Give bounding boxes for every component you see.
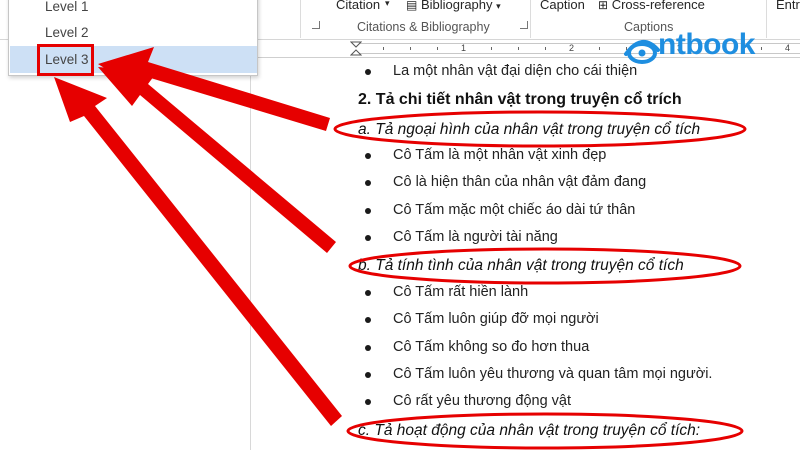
list-item-text: Cô Tấm rất hiền lành: [393, 284, 529, 300]
section-heading: 2. Tả chi tiết nhân vật trong truyện cổ …: [358, 91, 682, 108]
list-item-text: Cô Tấm luôn yêu thương và quan tâm mọi n…: [393, 365, 713, 382]
ruler-tick: [383, 47, 384, 50]
dropdown-arrow-icon: ▾: [496, 1, 501, 11]
list-item-text: Cô Tấm luôn giúp đỡ mọi người: [393, 311, 599, 328]
list-item-text: Cô rất yêu thương động vật: [393, 393, 572, 410]
bibliography-icon: ▤: [406, 0, 418, 12]
ribbon-separator: [300, 0, 301, 38]
subheading-c: c. Tả hoạt động của nhân vật trong truyệ…: [358, 422, 701, 439]
insert-citation-button[interactable]: Citation: [336, 0, 380, 12]
dialog-launcher-icon[interactable]: [520, 21, 528, 29]
bullet-icon: [365, 344, 371, 351]
level-3-highlight-box: [37, 44, 94, 76]
logo-text: ntbook: [658, 28, 755, 61]
bullet-icon: [365, 69, 371, 75]
bullet-icon: [365, 399, 371, 406]
bullet-icon: [365, 153, 371, 159]
ruler-number: 4: [785, 43, 791, 53]
ruler-number: 1: [461, 43, 467, 53]
dialog-launcher-icon[interactable]: [312, 21, 320, 29]
left-margin-area: [0, 40, 248, 450]
ruler-tick: [545, 47, 546, 50]
insert-caption-button[interactable]: Caption: [540, 0, 585, 12]
citations-bibliography-group-label: Citations & Bibliography: [357, 20, 490, 34]
mark-entry-button-fragment[interactable]: Entr: [776, 0, 800, 12]
ruler-tick: [518, 47, 519, 50]
cross-reference-button[interactable]: ⊞ Cross-reference: [598, 0, 705, 12]
bullet-icon: [365, 317, 371, 324]
ruler-tick: [437, 47, 438, 50]
ruler-number: 2: [569, 43, 575, 53]
dropdown-arrow-icon[interactable]: ▾: [385, 0, 390, 9]
subheading-a: a. Tả ngoại hình của nhân vật trong truy…: [358, 121, 701, 138]
list-item-text: Cô Tấm mặc một chiếc áo dài tứ thân: [393, 201, 636, 218]
cross-reference-label: Cross-reference: [611, 0, 705, 12]
ruler-tick: [410, 47, 411, 50]
ruler-tick: [599, 47, 600, 50]
ruler-tick: [491, 47, 492, 50]
subheading-b: b. Tả tính tình của nhân vật trong truyệ…: [358, 257, 684, 274]
ntbook-logo: ntbook: [622, 26, 772, 70]
document-page[interactable]: La một nhân vật đại diện cho cái thiện 2…: [258, 58, 800, 450]
logo-eye-icon: [624, 40, 660, 64]
bullet-icon: [365, 371, 371, 378]
cross-reference-icon: ⊞: [598, 0, 609, 12]
list-item-text: La một nhân vật đại diện cho cái thiện: [393, 63, 638, 79]
page-edge: [250, 40, 251, 450]
bullet-icon: [365, 234, 371, 241]
ribbon-separator: [530, 0, 531, 38]
menu-item-level-1[interactable]: Level 1: [10, 0, 257, 20]
list-item-text: Cô Tấm là người tài năng: [393, 228, 558, 245]
menu-item-level-2[interactable]: Level 2: [10, 19, 257, 46]
list-item-text: Cô Tấm không so đo hơn thua: [393, 338, 590, 355]
bullet-icon: [365, 180, 371, 187]
list-item-text: Cô là hiện thân của nhân vật đảm đang: [393, 174, 647, 191]
bibliography-button[interactable]: ▤ Bibliography ▾: [406, 0, 501, 12]
indent-marker-icon[interactable]: [350, 41, 362, 57]
bibliography-label: Bibliography: [420, 0, 493, 12]
bullet-icon: [365, 290, 371, 296]
list-item-text: Cô Tấm là một nhân vật xinh đẹp: [393, 147, 607, 163]
bullet-icon: [365, 207, 371, 214]
